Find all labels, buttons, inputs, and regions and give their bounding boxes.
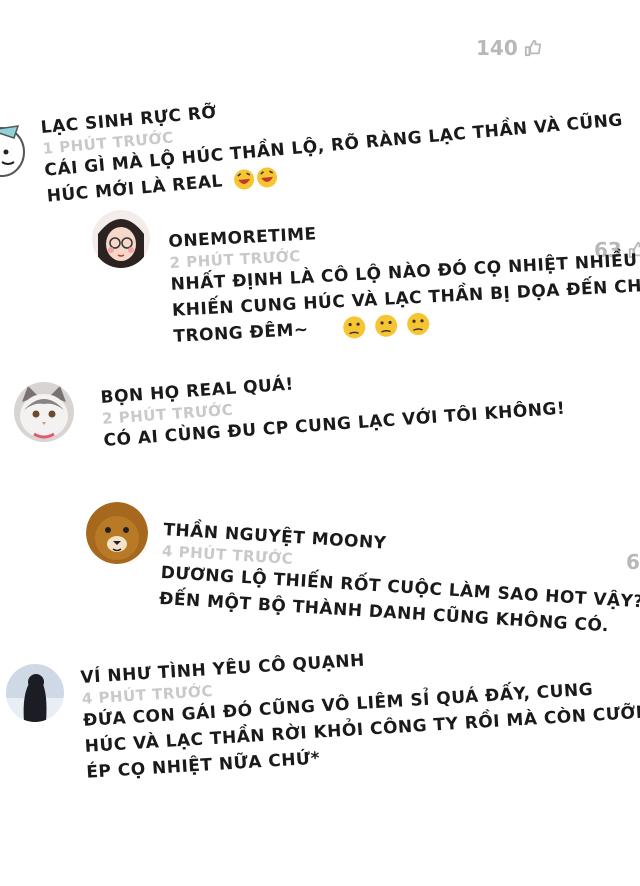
avatar-2[interactable]: [92, 210, 150, 268]
like-number: 140: [476, 36, 518, 60]
laughing-emoji-icon: [234, 167, 278, 190]
comment-1: LẠC SINH RỰC RỠ 1 PHÚT TRƯỚC CÁI GÌ MÀ L…: [40, 67, 626, 209]
comment-4: THẦN NGUYỆT MOONY 4 PHÚT TRƯỚC DƯƠNG LỘ …: [158, 520, 640, 641]
comment-3: BỌN HỌ REAL QUÁ! 2 PHÚT TRƯỚC CÓ AI CÙNG…: [100, 356, 566, 454]
comment-5: VÍ NHƯ TÌNH YÊU CÔ QUẠNH 4 PHÚT TRƯỚC ĐỨ…: [80, 633, 640, 786]
avatar-1[interactable]: [0, 118, 30, 180]
thumbs-up-icon: [524, 39, 541, 57]
girl-silhouette-avatar-icon: [6, 664, 64, 722]
comment-2: ONEMORETIME 2 PHÚT TRƯỚC NHẤT ĐỊNH LÀ CÔ…: [168, 203, 640, 350]
cartoon-avatar-icon: [0, 125, 25, 177]
thinking-emoji-icon: [342, 313, 429, 339]
bear-avatar-icon: [86, 502, 148, 564]
like-count-1[interactable]: 140: [476, 36, 542, 60]
avatar-3[interactable]: [14, 382, 74, 442]
avatar-4[interactable]: [86, 502, 148, 564]
avatar-5[interactable]: [6, 664, 64, 722]
comment-line: TRONG ĐÊM~: [172, 319, 310, 347]
girl-avatar-icon: [92, 210, 150, 268]
cat-avatar-icon: [14, 382, 74, 442]
